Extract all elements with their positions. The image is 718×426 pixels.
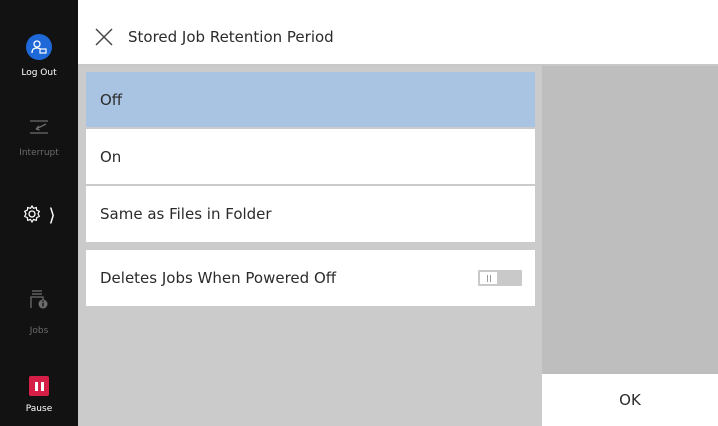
left-sidebar: Log Out Interrupt ⟩ Jobs Pause (0, 0, 78, 426)
jobs-icon (28, 288, 50, 314)
screen-header: Stored Job Retention Period (78, 10, 718, 66)
pause-label: Pause (25, 404, 53, 414)
device-settings-button[interactable]: ⟩ (0, 204, 78, 228)
logout-label: Log Out (21, 68, 57, 78)
jobs-label: Jobs (29, 326, 49, 336)
right-panel (542, 66, 718, 374)
option-label: On (100, 147, 122, 166)
close-icon[interactable] (94, 27, 114, 47)
logout-button[interactable]: Log Out (0, 34, 78, 78)
option-same-as-folder[interactable]: Same as Files in Folder (86, 186, 535, 242)
delete-on-power-off-toggle[interactable] (478, 270, 522, 286)
interrupt-button[interactable]: Interrupt (0, 118, 78, 158)
option-label: Off (100, 90, 123, 109)
gear-icon (22, 204, 42, 228)
ok-button[interactable]: OK (542, 374, 718, 426)
delete-on-power-off-row[interactable]: Deletes Jobs When Powered Off (86, 250, 535, 306)
option-on[interactable]: On (86, 129, 535, 184)
user-logout-icon (26, 34, 52, 60)
jobs-button[interactable]: Jobs (0, 288, 78, 336)
chevron-right-icon: ⟩ (48, 205, 56, 226)
interrupt-label: Interrupt (19, 148, 59, 158)
pause-icon (29, 376, 49, 396)
page-title: Stored Job Retention Period (128, 28, 334, 46)
option-label: Same as Files in Folder (100, 205, 272, 223)
interrupt-icon (28, 118, 50, 140)
option-off[interactable]: Off (86, 72, 535, 127)
toggle-knob (480, 272, 497, 284)
pause-button[interactable]: Pause (0, 376, 78, 414)
ok-label: OK (619, 391, 641, 409)
delete-on-power-off-label: Deletes Jobs When Powered Off (100, 269, 337, 287)
